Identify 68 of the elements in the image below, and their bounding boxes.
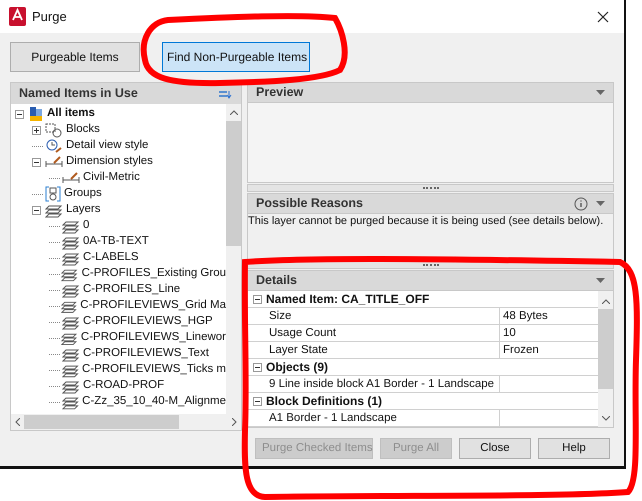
tree-item[interactable]: C-PROFILEVIEWS_Linewor [80, 329, 226, 347]
scroll-down-icon[interactable] [602, 416, 610, 421]
tree-item[interactable]: Layers [66, 201, 101, 219]
dialog-button[interactable]: Help [538, 438, 610, 459]
property-name: Layer State [248, 342, 500, 358]
block-icon [45, 122, 63, 138]
group-icon [45, 186, 61, 202]
collapse-arrow-icon[interactable] [596, 201, 605, 206]
tree-item[interactable]: Blocks [66, 121, 100, 139]
scroll-left-icon[interactable] [15, 418, 20, 426]
dimension-icon [62, 170, 80, 186]
section-title: Objects (9) [266, 359, 328, 376]
sort-icon[interactable] [219, 88, 233, 98]
expand-toggle[interactable] [32, 126, 41, 134]
tab[interactable]: Purgeable Items [10, 42, 140, 72]
tree-item[interactable]: C-PROFILES_Line [83, 281, 180, 299]
panel-title: Details [256, 272, 297, 290]
tab[interactable]: Find Non-Purgeable Items [162, 42, 310, 72]
tree-item[interactable]: C-PROFILEVIEWS_HGP [83, 313, 213, 331]
property-name: Usage Count [248, 325, 500, 341]
section-title: Block Definitions (1) [266, 393, 382, 410]
property-value: Frozen [502, 343, 539, 358]
property-value: 48 Bytes [502, 309, 548, 324]
tree-item[interactable]: C-PROFILEVIEWS_Ticks m [82, 361, 226, 379]
vertical-scrollbar[interactable] [226, 104, 241, 414]
property-value: 10 [502, 326, 516, 341]
tree-item[interactable]: C-PROFILES_Existing Grou [82, 265, 226, 283]
scroll-up-icon[interactable] [230, 110, 238, 115]
dialog-button[interactable]: Close [459, 438, 531, 459]
collapse-arrow-icon[interactable] [596, 278, 605, 283]
vertical-scrollbar[interactable] [598, 291, 613, 427]
panel-title: Named Items in Use [19, 85, 138, 102]
tree-item[interactable]: 0 [83, 217, 90, 235]
property-name: A1 Border - 1 Landscape [248, 410, 500, 426]
tree-item[interactable]: C-LABELS [83, 249, 139, 267]
collapse-toggle[interactable] [252, 362, 262, 372]
collapse-toggle[interactable] [252, 294, 262, 304]
tree-item[interactable]: Dimension styles [66, 153, 153, 171]
reason-text: This layer cannot be purged because it is being used (see details below). [248, 214, 604, 228]
tree-item[interactable]: All items [47, 105, 95, 123]
collapse-arrow-icon[interactable] [596, 90, 605, 95]
section-title: Named Item: CA_TITLE_OFF [266, 291, 430, 308]
dimension-icon [45, 154, 63, 170]
scroll-up-icon[interactable] [602, 299, 610, 304]
collapse-toggle[interactable] [32, 158, 41, 166]
tree-item[interactable]: C-Zz_35_10_40-M_Alignme [82, 393, 226, 411]
window-title: Purge [32, 8, 67, 26]
info-icon[interactable] [574, 196, 588, 210]
collapse-toggle[interactable] [15, 110, 24, 118]
tree-item[interactable]: Detail view style [66, 137, 148, 155]
splitter-handle[interactable] [247, 184, 614, 192]
tree-item[interactable]: Civil-Metric [83, 169, 140, 187]
tree-item[interactable]: C-PROFILEVIEWS_Grid Ma [80, 297, 226, 315]
scroll-right-icon[interactable] [232, 418, 237, 426]
collapse-toggle[interactable] [252, 396, 262, 406]
detail-view-icon [45, 138, 63, 154]
close-icon[interactable] [597, 10, 609, 22]
property-name: 9 Line inside block A1 Border - 1 Landscape [248, 376, 500, 392]
app-logo-icon [9, 7, 26, 26]
panel-title: Preview [256, 84, 304, 102]
tree-item[interactable]: C-ROAD-PROF [83, 377, 164, 395]
panel-title: Possible Reasons [256, 195, 363, 212]
tree-item[interactable]: C-PROFILEVIEWS_Text [83, 345, 209, 363]
layers-stack-icon [28, 106, 44, 122]
property-name: Size [248, 308, 500, 324]
tree-item[interactable]: 0A-TB-TEXT [83, 233, 149, 251]
collapse-toggle[interactable] [32, 206, 41, 214]
tree-item[interactable]: Groups [64, 185, 102, 203]
